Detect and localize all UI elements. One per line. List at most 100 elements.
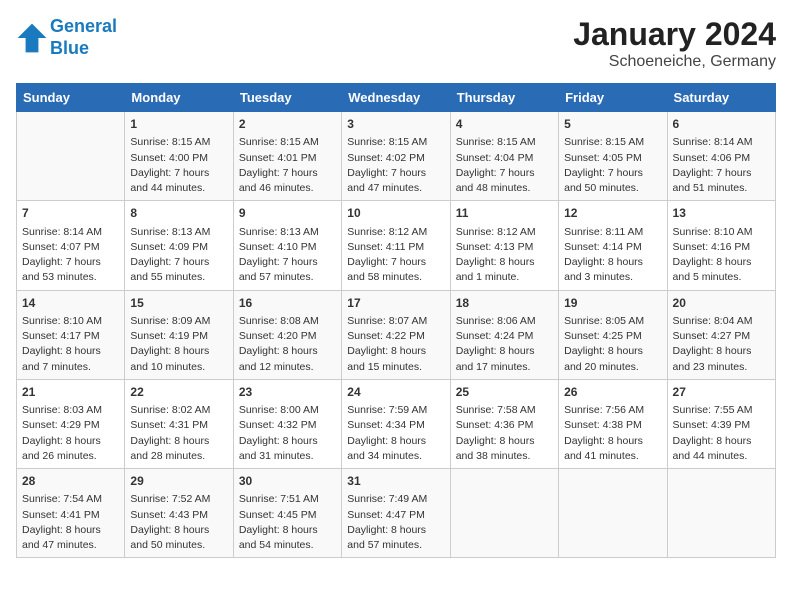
calendar-cell: 30Sunrise: 7:51 AMSunset: 4:45 PMDayligh…	[233, 469, 341, 558]
cell-line: Daylight: 8 hours	[673, 434, 770, 449]
cell-line: Sunrise: 8:09 AM	[130, 314, 227, 329]
cell-line: Sunset: 4:41 PM	[22, 508, 119, 523]
cell-line: Daylight: 7 hours	[130, 166, 227, 181]
cell-line: Sunrise: 8:14 AM	[22, 225, 119, 240]
cell-line: and 53 minutes.	[22, 270, 119, 285]
cell-line: Sunset: 4:36 PM	[456, 418, 553, 433]
calendar-header: SundayMondayTuesdayWednesdayThursdayFrid…	[17, 84, 776, 112]
day-number: 8	[130, 205, 227, 222]
day-number: 23	[239, 384, 336, 401]
calendar-cell: 8Sunrise: 8:13 AMSunset: 4:09 PMDaylight…	[125, 201, 233, 290]
cell-line: Sunrise: 8:13 AM	[130, 225, 227, 240]
day-number: 2	[239, 116, 336, 133]
cell-line: Sunrise: 8:13 AM	[239, 225, 336, 240]
cell-line: Sunset: 4:29 PM	[22, 418, 119, 433]
cell-line: Daylight: 7 hours	[347, 166, 444, 181]
day-number: 26	[564, 384, 661, 401]
cell-line: Daylight: 8 hours	[130, 523, 227, 538]
cell-line: Sunset: 4:04 PM	[456, 151, 553, 166]
cell-line: Sunrise: 8:08 AM	[239, 314, 336, 329]
calendar-cell: 18Sunrise: 8:06 AMSunset: 4:24 PMDayligh…	[450, 290, 558, 379]
cell-line: Sunset: 4:17 PM	[22, 329, 119, 344]
cell-line: Daylight: 7 hours	[673, 166, 770, 181]
cell-line: and 51 minutes.	[673, 181, 770, 196]
cell-line: Daylight: 8 hours	[564, 434, 661, 449]
cell-line: Sunset: 4:25 PM	[564, 329, 661, 344]
cell-line: and 47 minutes.	[22, 538, 119, 553]
weekday-header-wednesday: Wednesday	[342, 84, 450, 112]
cell-line: and 50 minutes.	[564, 181, 661, 196]
cell-line: Sunrise: 8:15 AM	[347, 135, 444, 150]
day-number: 16	[239, 295, 336, 312]
cell-line: Sunset: 4:05 PM	[564, 151, 661, 166]
calendar-cell: 7Sunrise: 8:14 AMSunset: 4:07 PMDaylight…	[17, 201, 125, 290]
cell-line: Daylight: 7 hours	[22, 255, 119, 270]
cell-line: and 17 minutes.	[456, 360, 553, 375]
calendar-cell: 3Sunrise: 8:15 AMSunset: 4:02 PMDaylight…	[342, 112, 450, 201]
cell-line: Sunrise: 8:14 AM	[673, 135, 770, 150]
calendar-cell: 14Sunrise: 8:10 AMSunset: 4:17 PMDayligh…	[17, 290, 125, 379]
cell-line: Sunrise: 7:49 AM	[347, 492, 444, 507]
cell-line: Sunset: 4:14 PM	[564, 240, 661, 255]
cell-line: Sunrise: 8:15 AM	[130, 135, 227, 150]
calendar-cell	[17, 112, 125, 201]
cell-line: Sunset: 4:07 PM	[22, 240, 119, 255]
day-number: 20	[673, 295, 770, 312]
weekday-row: SundayMondayTuesdayWednesdayThursdayFrid…	[17, 84, 776, 112]
cell-line: Daylight: 7 hours	[347, 255, 444, 270]
cell-line: Sunrise: 8:15 AM	[564, 135, 661, 150]
day-number: 4	[456, 116, 553, 133]
cell-line: Sunrise: 8:10 AM	[22, 314, 119, 329]
cell-line: and 31 minutes.	[239, 449, 336, 464]
cell-line: Sunrise: 7:55 AM	[673, 403, 770, 418]
day-number: 6	[673, 116, 770, 133]
cell-line: Daylight: 8 hours	[456, 344, 553, 359]
cell-line: Daylight: 8 hours	[564, 344, 661, 359]
cell-line: Daylight: 8 hours	[673, 255, 770, 270]
page-header: General Blue January 2024 Schoeneiche, G…	[16, 16, 776, 71]
cell-line: Sunrise: 8:11 AM	[564, 225, 661, 240]
cell-line: Daylight: 8 hours	[239, 523, 336, 538]
cell-line: and 10 minutes.	[130, 360, 227, 375]
cell-line: Sunset: 4:02 PM	[347, 151, 444, 166]
cell-line: Daylight: 8 hours	[22, 523, 119, 538]
cell-line: Sunset: 4:16 PM	[673, 240, 770, 255]
cell-line: Sunrise: 8:03 AM	[22, 403, 119, 418]
cell-line: and 57 minutes.	[239, 270, 336, 285]
logo-text: General Blue	[50, 16, 117, 59]
cell-line: and 47 minutes.	[347, 181, 444, 196]
calendar-cell: 4Sunrise: 8:15 AMSunset: 4:04 PMDaylight…	[450, 112, 558, 201]
cell-line: Sunset: 4:31 PM	[130, 418, 227, 433]
cell-line: Sunrise: 8:02 AM	[130, 403, 227, 418]
calendar-cell: 6Sunrise: 8:14 AMSunset: 4:06 PMDaylight…	[667, 112, 775, 201]
weekday-header-thursday: Thursday	[450, 84, 558, 112]
week-row-4: 28Sunrise: 7:54 AMSunset: 4:41 PMDayligh…	[17, 469, 776, 558]
cell-line: and 1 minute.	[456, 270, 553, 285]
day-number: 1	[130, 116, 227, 133]
cell-line: Sunset: 4:45 PM	[239, 508, 336, 523]
cell-line: and 23 minutes.	[673, 360, 770, 375]
cell-line: Sunrise: 8:15 AM	[239, 135, 336, 150]
cell-line: Daylight: 7 hours	[564, 166, 661, 181]
weekday-header-tuesday: Tuesday	[233, 84, 341, 112]
day-number: 19	[564, 295, 661, 312]
day-number: 12	[564, 205, 661, 222]
cell-line: and 7 minutes.	[22, 360, 119, 375]
day-number: 25	[456, 384, 553, 401]
cell-line: Sunrise: 8:12 AM	[347, 225, 444, 240]
cell-line: Sunset: 4:19 PM	[130, 329, 227, 344]
cell-line: Daylight: 8 hours	[239, 434, 336, 449]
calendar-cell: 1Sunrise: 8:15 AMSunset: 4:00 PMDaylight…	[125, 112, 233, 201]
cell-line: and 20 minutes.	[564, 360, 661, 375]
cell-line: Daylight: 7 hours	[456, 166, 553, 181]
week-row-3: 21Sunrise: 8:03 AMSunset: 4:29 PMDayligh…	[17, 379, 776, 468]
logo-blue: Blue	[50, 38, 89, 58]
day-number: 15	[130, 295, 227, 312]
cell-line: and 55 minutes.	[130, 270, 227, 285]
cell-line: Daylight: 8 hours	[22, 434, 119, 449]
calendar-cell: 9Sunrise: 8:13 AMSunset: 4:10 PMDaylight…	[233, 201, 341, 290]
calendar-cell: 5Sunrise: 8:15 AMSunset: 4:05 PMDaylight…	[559, 112, 667, 201]
calendar-cell: 23Sunrise: 8:00 AMSunset: 4:32 PMDayligh…	[233, 379, 341, 468]
cell-line: Sunrise: 7:52 AM	[130, 492, 227, 507]
calendar-cell: 20Sunrise: 8:04 AMSunset: 4:27 PMDayligh…	[667, 290, 775, 379]
